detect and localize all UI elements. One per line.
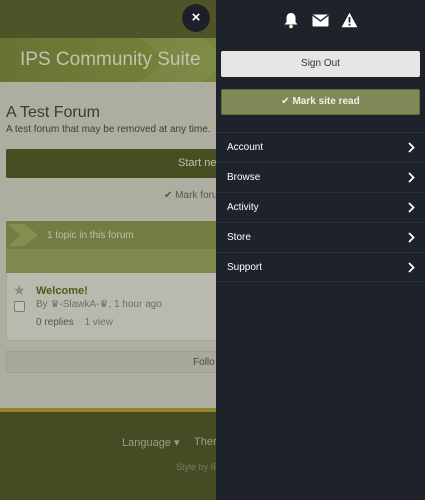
- warning-icon[interactable]: [341, 12, 358, 33]
- chevron-right-icon: [408, 202, 415, 213]
- menu-item-label: Support: [227, 262, 263, 273]
- menu-item-support[interactable]: Support: [216, 252, 425, 282]
- menu-item-store[interactable]: Store: [216, 222, 425, 252]
- chevron-right-icon: [408, 262, 415, 273]
- menu-item-activity[interactable]: Activity: [216, 192, 425, 222]
- menu-item-browse[interactable]: Browse: [216, 162, 425, 192]
- menu-item-label: Store: [227, 232, 251, 243]
- mark-site-read-button[interactable]: ✔ Mark site read: [221, 89, 420, 115]
- check-icon: ✔: [281, 96, 290, 107]
- chevron-right-icon: [408, 142, 415, 153]
- envelope-icon[interactable]: [312, 14, 329, 32]
- bell-icon[interactable]: [283, 12, 299, 34]
- menu-item-label: Activity: [227, 202, 259, 213]
- drawer-icon-bar: [216, 12, 425, 34]
- sign-out-button[interactable]: Sign Out: [221, 51, 420, 77]
- close-button[interactable]: ×: [182, 4, 210, 32]
- drawer-menu: Account Browse Activity Store Support: [216, 132, 425, 282]
- navigation-drawer: Sign Out ✔ Mark site read Account Browse…: [216, 0, 425, 500]
- chevron-right-icon: [408, 232, 415, 243]
- menu-item-label: Account: [227, 142, 264, 153]
- menu-item-label: Browse: [227, 172, 261, 183]
- mark-site-read-label: Mark site read: [292, 96, 360, 107]
- chevron-right-icon: [408, 172, 415, 183]
- menu-item-account[interactable]: Account: [216, 132, 425, 162]
- close-icon: ×: [191, 9, 201, 26]
